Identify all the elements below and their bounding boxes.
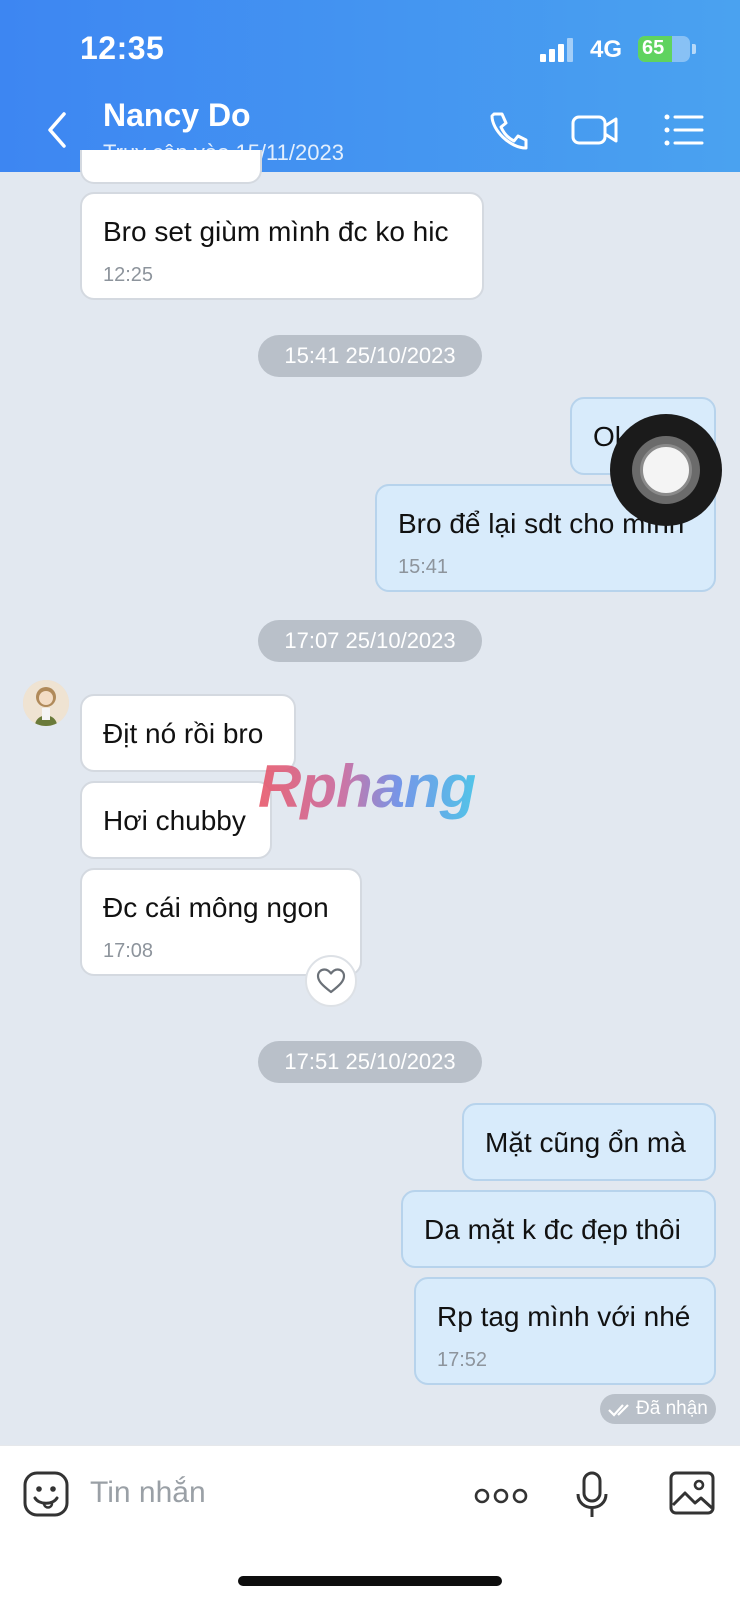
back-button[interactable]	[38, 110, 78, 150]
home-indicator	[238, 1576, 502, 1586]
image-gallery-icon	[669, 1471, 715, 1515]
cellular-signal-icon	[540, 38, 576, 62]
outgoing-message[interactable]: Mặt cũng ổn mà	[462, 1103, 716, 1181]
assistive-touch-button[interactable]	[610, 414, 722, 526]
message-time: 12:25	[103, 264, 154, 286]
message-input[interactable]: Tin nhắn	[90, 1476, 206, 1510]
battery-icon: 65	[638, 36, 690, 62]
network-type: 4G	[590, 36, 623, 63]
message-text: Bro set giùm mình đc ko hic	[103, 216, 449, 247]
sticker-button[interactable]	[22, 1470, 70, 1523]
message-text: Hơi chubby	[103, 805, 246, 836]
message-time: 17:08	[103, 940, 154, 962]
heart-icon	[316, 968, 346, 994]
incoming-message[interactable]: Hơi chubby	[80, 781, 272, 859]
chat-options-button[interactable]	[662, 108, 706, 152]
voice-message-button[interactable]	[574, 1470, 610, 1525]
phone-icon	[490, 112, 528, 150]
react-button[interactable]	[305, 955, 357, 1007]
menu-list-icon	[664, 114, 704, 146]
outgoing-message[interactable]: Rp tag mình với nhé 17:52	[414, 1277, 716, 1385]
message-text: Mặt cũng ổn mà	[485, 1127, 686, 1158]
delivery-status-text: Đã nhận	[636, 1398, 708, 1419]
video-call-button[interactable]	[570, 108, 620, 152]
double-check-icon	[608, 1404, 629, 1417]
assistive-touch-core	[640, 444, 692, 496]
chat-header: 12:35 4G 65 Nancy Do Truy cập vào 15/11/…	[0, 0, 740, 172]
date-separator: 15:41 25/10/2023	[258, 335, 482, 377]
date-separator: 17:51 25/10/2023	[258, 1041, 482, 1083]
emoji-sticker-icon	[23, 1471, 69, 1517]
outgoing-message[interactable]: Da mặt k đc đẹp thôi	[401, 1190, 716, 1268]
avatar-image-icon	[23, 680, 69, 726]
message-text: Địt nó rồi bro	[103, 718, 264, 749]
status-time: 12:35	[80, 30, 165, 66]
message-text: Rp tag mình với nhé	[437, 1301, 691, 1332]
chevron-left-icon	[48, 112, 66, 148]
incoming-message[interactable]: Bro set giùm mình đc ko hic 12:25	[80, 192, 484, 300]
date-separator: 17:07 25/10/2023	[258, 620, 482, 662]
contact-avatar[interactable]	[23, 680, 69, 726]
delivery-status-badge: Đã nhận	[600, 1394, 716, 1424]
contact-name[interactable]: Nancy Do	[103, 97, 251, 134]
watermark-logo: Rphang	[258, 753, 476, 820]
microphone-icon	[576, 1471, 608, 1517]
photo-button[interactable]	[668, 1470, 716, 1521]
more-dots-icon	[474, 1488, 528, 1504]
message-time: 15:41	[398, 556, 449, 578]
message-time: 17:52	[437, 1349, 488, 1371]
message-text: Da mặt k đc đẹp thôi	[424, 1214, 681, 1245]
voice-call-button[interactable]	[486, 108, 530, 152]
video-camera-icon	[571, 115, 618, 145]
battery-percent: 65	[642, 37, 665, 59]
battery-tip	[692, 44, 696, 54]
more-options-button[interactable]	[474, 1486, 528, 1511]
message-text: Đc cái mông ngon	[103, 892, 329, 923]
message-bubble-partial[interactable]	[80, 150, 262, 184]
